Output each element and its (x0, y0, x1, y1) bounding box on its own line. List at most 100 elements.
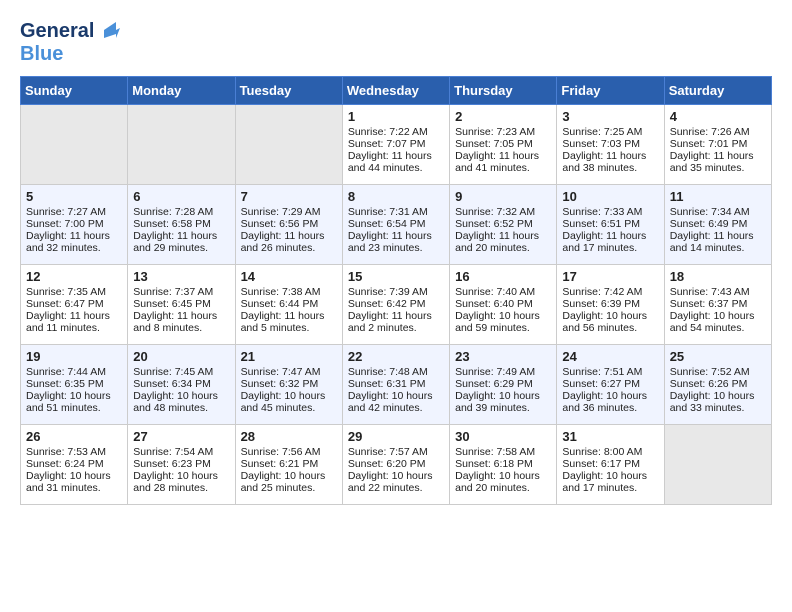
day-info: Sunrise: 7:42 AMSunset: 6:39 PMDaylight:… (562, 286, 647, 334)
day-number: 30 (455, 429, 551, 444)
day-info: Sunrise: 7:28 AMSunset: 6:58 PMDaylight:… (133, 206, 217, 254)
page-header: General Blue (20, 20, 772, 66)
day-info: Sunrise: 7:54 AMSunset: 6:23 PMDaylight:… (133, 446, 218, 494)
day-cell: 17 Sunrise: 7:42 AMSunset: 6:39 PMDayligh… (557, 265, 664, 345)
day-cell: 21 Sunrise: 7:47 AMSunset: 6:32 PMDayligh… (235, 345, 342, 425)
day-info: Sunrise: 7:26 AMSunset: 7:01 PMDaylight:… (670, 126, 754, 174)
day-info: Sunrise: 7:37 AMSunset: 6:45 PMDaylight:… (133, 286, 217, 334)
day-number: 27 (133, 429, 229, 444)
day-info: Sunrise: 7:47 AMSunset: 6:32 PMDaylight:… (241, 366, 326, 414)
day-info: Sunrise: 7:51 AMSunset: 6:27 PMDaylight:… (562, 366, 647, 414)
day-cell: 18 Sunrise: 7:43 AMSunset: 6:37 PMDayligh… (664, 265, 771, 345)
day-number: 21 (241, 349, 337, 364)
day-cell: 22 Sunrise: 7:48 AMSunset: 6:31 PMDayligh… (342, 345, 449, 425)
day-number: 20 (133, 349, 229, 364)
day-cell: 5 Sunrise: 7:27 AMSunset: 7:00 PMDaylight… (21, 185, 128, 265)
day-number: 25 (670, 349, 766, 364)
header-row: SundayMondayTuesdayWednesdayThursdayFrid… (21, 77, 772, 105)
week-row-3: 19 Sunrise: 7:44 AMSunset: 6:35 PMDayligh… (21, 345, 772, 425)
day-number: 5 (26, 189, 122, 204)
day-info: Sunrise: 7:25 AMSunset: 7:03 PMDaylight:… (562, 126, 646, 174)
day-info: Sunrise: 7:43 AMSunset: 6:37 PMDaylight:… (670, 286, 755, 334)
day-cell: 27 Sunrise: 7:54 AMSunset: 6:23 PMDayligh… (128, 425, 235, 505)
day-cell: 30 Sunrise: 7:58 AMSunset: 6:18 PMDayligh… (450, 425, 557, 505)
day-cell: 11 Sunrise: 7:34 AMSunset: 6:49 PMDayligh… (664, 185, 771, 265)
day-info: Sunrise: 7:44 AMSunset: 6:35 PMDaylight:… (26, 366, 111, 414)
day-info: Sunrise: 7:52 AMSunset: 6:26 PMDaylight:… (670, 366, 755, 414)
day-number: 31 (562, 429, 658, 444)
day-cell: 24 Sunrise: 7:51 AMSunset: 6:27 PMDayligh… (557, 345, 664, 425)
day-cell (664, 425, 771, 505)
day-info: Sunrise: 7:34 AMSunset: 6:49 PMDaylight:… (670, 206, 754, 254)
day-cell: 14 Sunrise: 7:38 AMSunset: 6:44 PMDayligh… (235, 265, 342, 345)
day-number: 18 (670, 269, 766, 284)
day-number: 23 (455, 349, 551, 364)
logo-general: General (20, 20, 94, 43)
calendar-table: SundayMondayTuesdayWednesdayThursdayFrid… (20, 76, 772, 505)
day-cell (128, 105, 235, 185)
day-info: Sunrise: 7:31 AMSunset: 6:54 PMDaylight:… (348, 206, 432, 254)
day-number: 7 (241, 189, 337, 204)
day-cell: 13 Sunrise: 7:37 AMSunset: 6:45 PMDayligh… (128, 265, 235, 345)
day-number: 28 (241, 429, 337, 444)
day-info: Sunrise: 7:49 AMSunset: 6:29 PMDaylight:… (455, 366, 540, 414)
day-cell: 12Sunrise: 7:35 AMSunset: 6:47 PMDayligh… (21, 265, 128, 345)
day-info: Sunrise: 7:48 AMSunset: 6:31 PMDaylight:… (348, 366, 433, 414)
day-number: 13 (133, 269, 229, 284)
day-cell: 20 Sunrise: 7:45 AMSunset: 6:34 PMDayligh… (128, 345, 235, 425)
day-info: Sunrise: 7:58 AMSunset: 6:18 PMDaylight:… (455, 446, 540, 494)
header-cell-thursday: Thursday (450, 77, 557, 105)
day-cell: 7 Sunrise: 7:29 AMSunset: 6:56 PMDaylight… (235, 185, 342, 265)
day-number: 17 (562, 269, 658, 284)
day-number: 29 (348, 429, 444, 444)
day-cell: 1 Sunrise: 7:22 AMSunset: 7:07 PMDaylight… (342, 105, 449, 185)
day-info: Sunrise: 7:23 AMSunset: 7:05 PMDaylight:… (455, 126, 539, 174)
day-info: Sunrise: 7:29 AMSunset: 6:56 PMDaylight:… (241, 206, 325, 254)
day-cell: 28 Sunrise: 7:56 AMSunset: 6:21 PMDayligh… (235, 425, 342, 505)
day-info: Sunrise: 7:57 AMSunset: 6:20 PMDaylight:… (348, 446, 433, 494)
header-cell-saturday: Saturday (664, 77, 771, 105)
day-number: 11 (670, 189, 766, 204)
day-number: 14 (241, 269, 337, 284)
logo: General Blue (20, 20, 120, 66)
day-cell: 23 Sunrise: 7:49 AMSunset: 6:29 PMDayligh… (450, 345, 557, 425)
day-info: Sunrise: 7:38 AMSunset: 6:44 PMDaylight:… (241, 286, 325, 334)
day-number: 6 (133, 189, 229, 204)
logo-bird-icon (96, 20, 120, 40)
day-cell: 9 Sunrise: 7:32 AMSunset: 6:52 PMDaylight… (450, 185, 557, 265)
day-cell: 26Sunrise: 7:53 AMSunset: 6:24 PMDayligh… (21, 425, 128, 505)
week-row-1: 5 Sunrise: 7:27 AMSunset: 7:00 PMDaylight… (21, 185, 772, 265)
day-number: 10 (562, 189, 658, 204)
header-cell-tuesday: Tuesday (235, 77, 342, 105)
day-cell: 10 Sunrise: 7:33 AMSunset: 6:51 PMDayligh… (557, 185, 664, 265)
day-cell: 15Sunrise: 7:39 AMSunset: 6:42 PMDayligh… (342, 265, 449, 345)
day-cell: 29 Sunrise: 7:57 AMSunset: 6:20 PMDayligh… (342, 425, 449, 505)
day-info: Sunrise: 8:00 AMSunset: 6:17 PMDaylight:… (562, 446, 647, 494)
day-info: Sunrise: 7:27 AMSunset: 7:00 PMDaylight:… (26, 206, 110, 254)
day-number: 16 (455, 269, 551, 284)
day-cell: 16 Sunrise: 7:40 AMSunset: 6:40 PMDayligh… (450, 265, 557, 345)
day-number: 1 (348, 109, 444, 124)
day-info: Sunrise: 7:40 AMSunset: 6:40 PMDaylight:… (455, 286, 540, 334)
day-info: Sunrise: 7:45 AMSunset: 6:34 PMDaylight:… (133, 366, 218, 414)
day-info: Sunrise: 7:56 AMSunset: 6:21 PMDaylight:… (241, 446, 326, 494)
header-cell-sunday: Sunday (21, 77, 128, 105)
day-number: 4 (670, 109, 766, 124)
header-cell-monday: Monday (128, 77, 235, 105)
day-number: 8 (348, 189, 444, 204)
day-number: 19 (26, 349, 122, 364)
logo-blue: Blue (20, 43, 63, 66)
day-info: Sunrise: 7:33 AMSunset: 6:51 PMDaylight:… (562, 206, 646, 254)
day-info: Sunrise: 7:22 AMSunset: 7:07 PMDaylight:… (348, 126, 432, 174)
day-cell: 6 Sunrise: 7:28 AMSunset: 6:58 PMDaylight… (128, 185, 235, 265)
day-number: 24 (562, 349, 658, 364)
header-cell-friday: Friday (557, 77, 664, 105)
day-number: 9 (455, 189, 551, 204)
day-cell: 8 Sunrise: 7:31 AMSunset: 6:54 PMDaylight… (342, 185, 449, 265)
day-info: Sunrise: 7:32 AMSunset: 6:52 PMDaylight:… (455, 206, 539, 254)
day-number: 3 (562, 109, 658, 124)
day-number: 15 (348, 269, 444, 284)
day-number: 22 (348, 349, 444, 364)
day-cell: 2Sunrise: 7:23 AMSunset: 7:05 PMDaylight… (450, 105, 557, 185)
day-cell: 4 Sunrise: 7:26 AMSunset: 7:01 PMDaylight… (664, 105, 771, 185)
